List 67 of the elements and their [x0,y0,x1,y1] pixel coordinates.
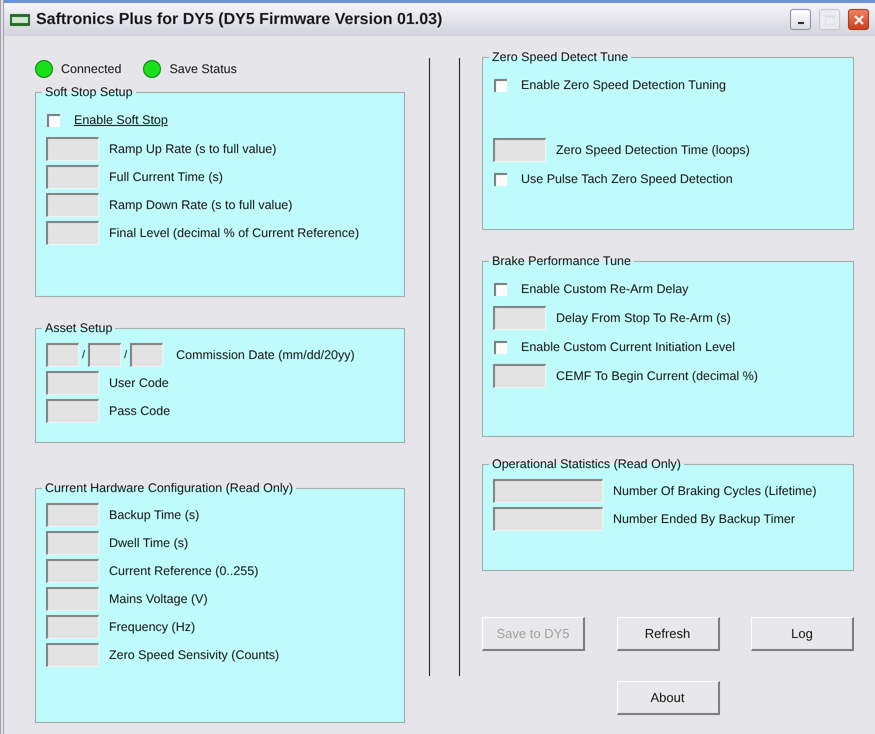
input-field[interactable] [46,643,99,667]
input-field[interactable] [46,371,99,395]
field-label: Ramp Up Rate (s to full value) [109,142,276,156]
input-field[interactable] [88,343,122,367]
input-field[interactable] [46,193,99,217]
field-label: Number Ended By Backup Timer [613,512,796,526]
date-separator: / [124,349,128,361]
push-button[interactable]: Refresh [616,617,720,651]
field-label: User Code [109,376,169,390]
input-field[interactable] [46,343,79,367]
field-label: Ramp Down Rate (s to full value) [109,198,292,212]
field-label: Frequency (Hz) [109,620,196,634]
minimize-icon [798,22,804,24]
checkbox[interactable] [494,340,507,354]
input-field[interactable] [493,306,546,330]
date-separator: / [82,349,86,361]
checkbox[interactable] [47,114,60,126]
input-field[interactable] [46,165,99,189]
checkbox-label[interactable]: Enable Soft Stop [74,113,168,127]
field-label: CEMF To Begin Current (decimal %) [556,369,758,383]
input-field[interactable] [46,559,99,583]
input-field[interactable] [46,137,99,161]
group-title: Soft Stop Setup [44,85,134,99]
checkbox-label[interactable]: Enable Custom Re-Arm Delay [521,282,688,296]
checkbox[interactable] [494,172,507,186]
checkbox[interactable] [494,78,507,92]
close-icon [852,14,864,26]
field-label: Zero Speed Detection Time (loops) [556,143,750,157]
input-field[interactable] [130,343,164,367]
close-button[interactable] [848,9,869,30]
push-button[interactable]: Log [751,617,854,651]
input-field[interactable] [493,364,546,388]
field-label: Commission Date (mm/dd/20yy) [176,348,355,362]
app-icon [10,14,30,26]
field-label: Zero Speed Sensivity (Counts) [109,648,280,662]
field-label: Current Reference (0..255) [109,564,258,578]
input-field[interactable] [46,221,99,245]
checkbox-label[interactable]: Enable Custom Current Initiation Level [521,340,736,354]
status-label: Save Status [169,62,237,76]
field-label: Delay From Stop To Re-Arm (s) [556,311,731,325]
input-field[interactable] [46,399,99,423]
input-field[interactable] [493,507,603,531]
group-title: Zero Speed Detect Tune [491,50,630,64]
checkbox-label[interactable]: Enable Zero Speed Detection Tuning [521,78,726,92]
checkbox[interactable] [494,282,507,296]
field-label: Full Current Time (s) [109,170,223,184]
input-field[interactable] [46,531,99,555]
window-title: Saftronics Plus for DY5 (DY5 Firmware Version 01.03) [36,10,442,28]
push-button[interactable]: About [616,681,720,715]
input-field[interactable] [493,138,546,162]
field-label: Mains Voltage (V) [109,592,208,606]
input-field[interactable] [493,479,603,503]
field-label: Dwell Time (s) [109,536,188,550]
group-title: Brake Performance Tune [491,254,632,268]
field-label: Pass Code [109,404,170,418]
field-label: Final Level (decimal % of Current Reference) [109,226,360,240]
field-label: Backup Time (s) [109,508,200,522]
group-title: Operational Statistics (Read Only) [491,457,682,471]
status-label: Connected [61,62,122,76]
input-field[interactable] [46,615,99,639]
input-field[interactable] [46,503,99,527]
group-title: Current Hardware Configuration (Read Only) [44,481,294,495]
minimize-button[interactable] [790,9,811,30]
input-field[interactable] [46,587,99,611]
group-title: Asset Setup [44,321,114,335]
field-label: Number Of Braking Cycles (Lifetime) [613,484,817,498]
checkbox-label[interactable]: Use Pulse Tach Zero Speed Detection [521,172,733,186]
